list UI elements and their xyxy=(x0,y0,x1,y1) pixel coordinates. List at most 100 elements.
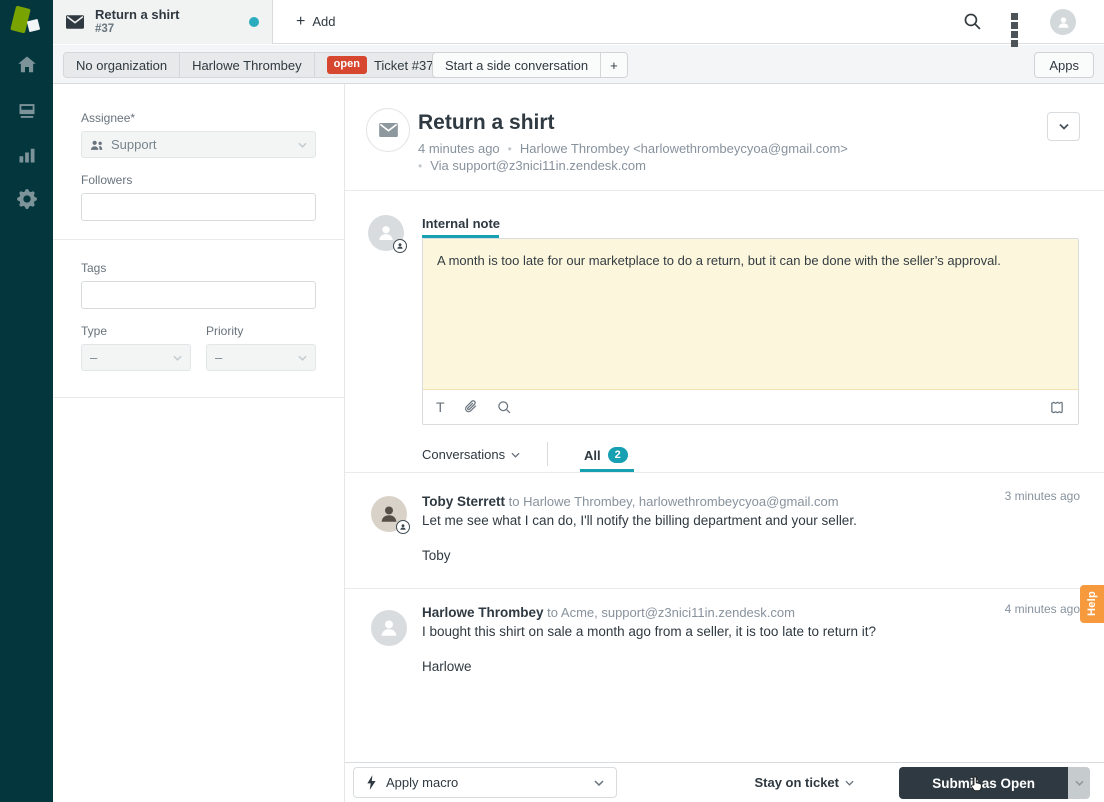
ticket-toolbar-row: No organization Harlowe Thrombey open Ti… xyxy=(53,45,1104,84)
knowledge-search-icon[interactable] xyxy=(497,400,512,415)
message-signature: Toby xyxy=(422,548,451,563)
apps-button[interactable]: Apps xyxy=(1034,52,1094,78)
apps-label: Apps xyxy=(1049,57,1079,73)
ticket-title: Return a shirt xyxy=(418,111,555,134)
plus-icon: + xyxy=(610,57,618,73)
type-select[interactable]: – xyxy=(81,344,191,371)
filter-all-tab[interactable]: All 2 xyxy=(584,447,628,464)
add-tab-button[interactable]: + Add xyxy=(286,0,345,43)
panel-divider xyxy=(53,239,344,240)
logo-green-shape xyxy=(10,5,31,34)
reports-icon[interactable] xyxy=(0,140,53,170)
top-bar: Return a shirt #37 + Add xyxy=(53,0,1104,47)
envelope-icon xyxy=(378,123,398,137)
assignee-label: Assignee* xyxy=(81,111,136,125)
message-header: Toby Sterrett to Harlowe Thrombey, harlo… xyxy=(422,494,839,509)
ticket-footer: Apply macro Stay on ticket Submit as Ope… xyxy=(345,762,1104,802)
breadcrumb-ticket[interactable]: open Ticket #37 xyxy=(314,53,446,77)
views-icon[interactable] xyxy=(0,96,53,126)
apply-macro-select[interactable]: Apply macro xyxy=(353,767,617,798)
section-divider xyxy=(345,190,1104,191)
search-icon[interactable] xyxy=(963,12,982,31)
ticket-meta-line2: Via support@z3nici11in.zendesk.com xyxy=(418,158,646,173)
text-format-icon[interactable]: T xyxy=(436,399,445,415)
product-tray-icon[interactable] xyxy=(1011,13,1028,47)
conversations-label: Conversations xyxy=(422,447,506,462)
submit-label: Submit as Open xyxy=(932,775,1035,791)
ticket-requester-email: Harlowe Thrombey <harlowethrombeycyoa@gm… xyxy=(519,141,848,156)
chevron-down-icon xyxy=(298,355,307,361)
tags-input[interactable] xyxy=(81,281,316,309)
message-recipients: to Harlowe Thrombey, harlowethrombeycyoa… xyxy=(508,494,839,509)
followers-input[interactable] xyxy=(81,193,316,221)
breadcrumb-requester[interactable]: Harlowe Thrombey xyxy=(180,53,315,77)
tab-ticket-number: #37 xyxy=(95,22,115,35)
start-side-conversation-button[interactable]: Start a side conversation xyxy=(433,53,602,77)
ticket-meta-line1: 4 minutes ago Harlowe Thrombey <harlowet… xyxy=(418,141,848,156)
macro-stamp-icon[interactable] xyxy=(1049,400,1065,415)
ticket-options-button[interactable] xyxy=(1047,112,1080,141)
home-icon[interactable] xyxy=(0,50,53,80)
stay-on-ticket-dropdown[interactable]: Stay on ticket xyxy=(754,775,854,790)
ticket-properties-panel: Assignee* Support Followers Tags Type – xyxy=(53,84,345,802)
chevron-down-icon xyxy=(298,142,307,148)
lightning-icon xyxy=(367,775,376,790)
tab-title: Return a shirt xyxy=(95,6,180,22)
agent-avatar xyxy=(368,215,407,253)
assignee-value: Support xyxy=(111,137,157,152)
section-divider xyxy=(345,472,1104,473)
apply-macro-label: Apply macro xyxy=(386,775,459,790)
channel-avatar xyxy=(366,108,410,152)
unread-dot xyxy=(249,17,259,27)
side-conversation-add-button[interactable]: + xyxy=(601,53,627,77)
message-timestamp: 3 minutes ago xyxy=(1004,489,1080,503)
internal-note-tab[interactable]: Internal note xyxy=(422,216,500,231)
avatar-harlowe xyxy=(371,610,407,646)
message-body: I bought this shirt on sale a month ago … xyxy=(422,624,876,639)
agent-badge-icon xyxy=(396,520,410,534)
chevron-down-icon xyxy=(845,780,854,786)
submit-as-open-button[interactable]: Submit as Open xyxy=(899,767,1068,799)
admin-gear-icon[interactable] xyxy=(0,184,53,214)
type-label: Type xyxy=(81,324,108,338)
message-divider xyxy=(345,588,1104,589)
composer-editor: A month is too late for our marketplace … xyxy=(422,238,1079,425)
message-header: Harlowe Thrombey to Acme, support@z3nici… xyxy=(422,605,795,620)
bullet-separator xyxy=(418,158,422,173)
help-label: Help xyxy=(1086,591,1098,617)
editor-toolbar: T xyxy=(423,390,1078,424)
assignee-select[interactable]: Support xyxy=(81,131,316,158)
message-body: Let me see what I can do, I'll notify th… xyxy=(422,513,857,528)
ticket-tab[interactable]: Return a shirt #37 xyxy=(53,0,273,44)
chevron-down-icon xyxy=(1058,123,1069,130)
stay-on-ticket-label: Stay on ticket xyxy=(754,775,839,790)
followers-label: Followers xyxy=(81,173,133,187)
conversations-dropdown[interactable]: Conversations xyxy=(422,447,520,462)
all-label: All xyxy=(584,447,601,463)
navigation-rail xyxy=(0,0,53,802)
conversation-count-badge: 2 xyxy=(607,447,628,464)
group-icon xyxy=(90,140,103,150)
agent-badge-icon xyxy=(393,239,407,253)
submit-options-caret[interactable] xyxy=(1068,767,1090,799)
envelope-icon xyxy=(66,15,84,29)
chevron-down-icon xyxy=(173,355,182,361)
help-tab[interactable]: Help xyxy=(1080,585,1104,623)
panel-divider xyxy=(53,397,344,398)
user-avatar[interactable] xyxy=(1050,9,1076,35)
priority-select[interactable]: – xyxy=(206,344,316,371)
requester-label: Harlowe Thrombey xyxy=(192,57,302,73)
vertical-divider xyxy=(547,442,548,466)
status-badge: open xyxy=(326,56,367,74)
zendesk-agent-workspace: Return a shirt #37 + Add No organization… xyxy=(0,0,1104,802)
type-value: – xyxy=(90,350,98,365)
attachment-icon[interactable] xyxy=(464,399,478,415)
zendesk-logo[interactable] xyxy=(0,0,53,44)
breadcrumb-organization[interactable]: No organization xyxy=(64,53,181,77)
message-author: Toby Sterrett xyxy=(422,494,506,509)
submit-button-group: Submit as Open xyxy=(899,767,1090,799)
chevron-down-icon xyxy=(1074,780,1084,786)
message-signature: Harlowe xyxy=(422,659,472,674)
logo-white-shape xyxy=(26,18,41,33)
internal-note-textarea[interactable]: A month is too late for our marketplace … xyxy=(423,239,1078,390)
